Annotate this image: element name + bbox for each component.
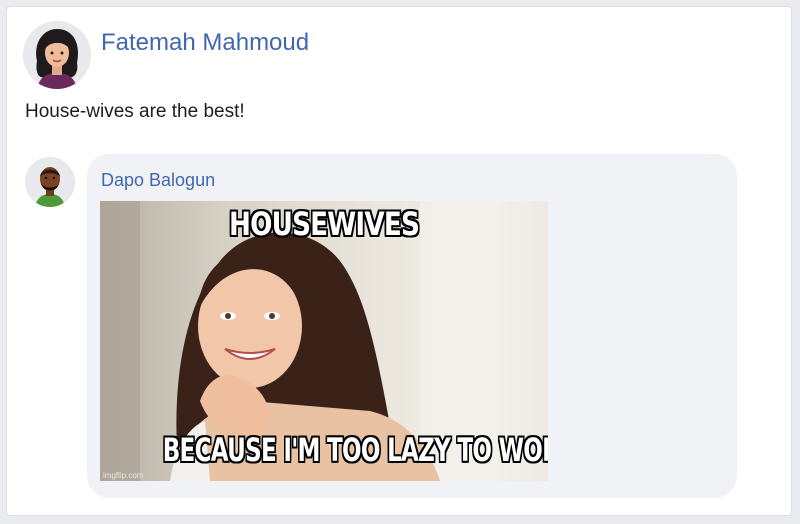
post-text: House-wives are the best! [25, 101, 245, 122]
meme-watermark: imgflip.com [103, 471, 144, 480]
meme-image[interactable]: HOUSEWIVES BECAUSE I'M TOO LAZY TO WORK … [100, 201, 548, 481]
comment-bubble: Dapo Balogun HOUSEWIVES BECAUSE I'M TOO … [87, 154, 737, 498]
meme-top-text: HOUSEWIVES [228, 205, 420, 243]
man-avatar-icon[interactable] [25, 157, 75, 207]
post-author-name[interactable]: Fatemah Mahmoud [101, 29, 309, 57]
comment-author-name[interactable]: Dapo Balogun [101, 170, 215, 191]
woman-avatar-icon[interactable] [23, 21, 91, 89]
post-card: Fatemah Mahmoud House-wives are the best… [6, 6, 792, 516]
meme-bottom-text: BECAUSE I'M TOO LAZY TO WORK [162, 431, 548, 469]
